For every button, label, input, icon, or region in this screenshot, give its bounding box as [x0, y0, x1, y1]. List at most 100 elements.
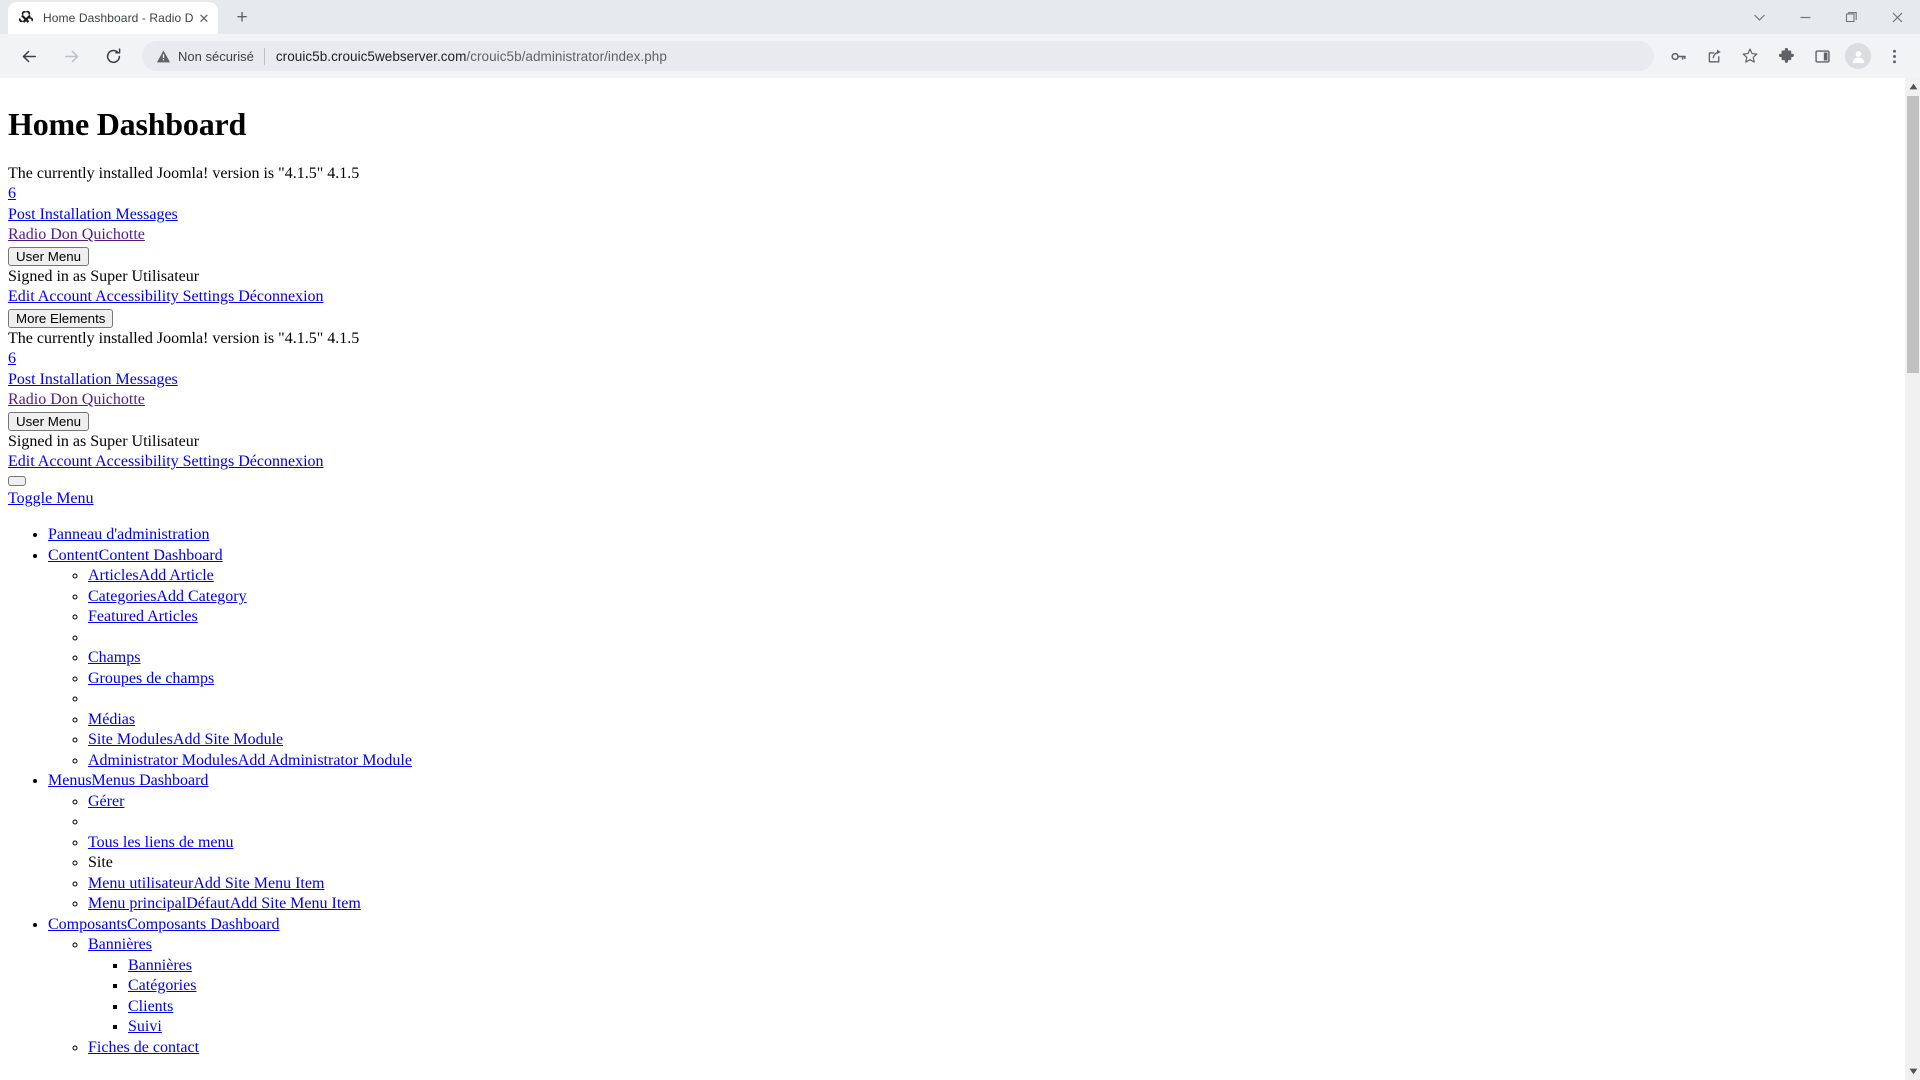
- tab-title: Home Dashboard - Radio Don Quichotte: [43, 11, 194, 25]
- menu-item: Panneau d'administration: [48, 525, 1896, 546]
- bookmark-star-icon[interactable]: [1735, 41, 1765, 71]
- joomla-version-text-2: The currently installed Joomla! version …: [8, 329, 360, 347]
- menu-separator: [88, 812, 1896, 833]
- menu-separator: [88, 628, 1896, 649]
- joomla-version-text: The currently installed Joomla! version …: [8, 164, 360, 182]
- menu-item: Site ModulesAdd Site Module: [88, 730, 1896, 751]
- menu-item: Bannières: [128, 956, 1896, 977]
- omnibox-divider: [263, 47, 265, 65]
- menu-item-link[interactable]: Featured Articles: [88, 608, 198, 625]
- minimize-icon[interactable]: [1782, 0, 1828, 34]
- menu-item-link[interactable]: Catégories: [128, 977, 196, 994]
- menu-item-link[interactable]: Groupes de champs: [88, 670, 214, 687]
- page-title: Home Dashboard: [8, 106, 247, 142]
- page-scrollbar[interactable]: [1904, 78, 1920, 1080]
- menu-item-link[interactable]: Clients: [128, 998, 173, 1015]
- menu-item-link[interactable]: Champs: [88, 649, 140, 666]
- menu-item-link[interactable]: ComposantsComposants Dashboard: [48, 916, 280, 933]
- menu-item-link[interactable]: Menu utilisateurAdd Site Menu Item: [88, 875, 324, 892]
- status-block-1: The currently installed Joomla! version …: [8, 164, 1896, 329]
- tab-strip: Home Dashboard - Radio Don Quichotte ✕ +: [0, 0, 1920, 34]
- message-count-link-2[interactable]: 6: [8, 350, 16, 367]
- menu-item-link[interactable]: Panneau d'administration: [48, 526, 210, 543]
- scroll-down-arrow-icon[interactable]: [1905, 1063, 1920, 1080]
- menu-item: Menu principalDéfautAdd Site Menu Item: [88, 894, 1896, 915]
- menu-item-link[interactable]: Suivi: [128, 1018, 162, 1035]
- account-links-2[interactable]: Edit Account Accessibility Settings Déco…: [8, 453, 324, 470]
- user-menu-button-2[interactable]: User Menu: [8, 411, 90, 431]
- menu-item: Suivi: [128, 1017, 1896, 1038]
- menu-item: ArticlesAdd Article: [88, 566, 1896, 587]
- menu-item-link[interactable]: ContentContent Dashboard: [48, 547, 223, 564]
- browser-menu-icon[interactable]: [1879, 41, 1909, 71]
- menu-item: Administrator ModulesAdd Administrator M…: [88, 751, 1896, 772]
- tab-close-icon[interactable]: ✕: [194, 8, 214, 28]
- menu-item: Catégories: [128, 976, 1896, 997]
- url-path: /crouic5b/administrator/index.php: [466, 48, 667, 64]
- url-domain: crouic5b.crouic5webserver.com: [275, 48, 467, 64]
- share-icon[interactable]: [1699, 41, 1729, 71]
- menu-toggle-button[interactable]: [8, 475, 26, 486]
- scroll-up-arrow-icon[interactable]: [1905, 78, 1920, 95]
- menu-item: Menu utilisateurAdd Site Menu Item: [88, 874, 1896, 895]
- extensions-puzzle-icon[interactable]: [1771, 41, 1801, 71]
- menu-item: Gérer: [88, 792, 1896, 813]
- browser-tab[interactable]: Home Dashboard - Radio Don Quichotte ✕: [8, 2, 218, 34]
- site-name-link-2[interactable]: Radio Don Quichotte: [8, 391, 145, 408]
- menu-item: Champs: [88, 648, 1896, 669]
- menu-sublist: Gérer Tous les liens de menu Site Menu uti…: [48, 792, 1896, 915]
- post-installation-messages-link-2[interactable]: Post Installation Messages: [8, 371, 178, 388]
- scrollbar-thumb[interactable]: [1907, 96, 1919, 373]
- security-status-label: Non sécurisé: [178, 48, 254, 64]
- menu-item-link[interactable]: Administrator ModulesAdd Administrator M…: [88, 752, 412, 769]
- menu-item: Site: [88, 853, 1896, 874]
- url-text: crouic5b.crouic5webserver.com/crouic5b/a…: [276, 49, 667, 64]
- menu-item-link[interactable]: MenusMenus Dashboard: [48, 772, 208, 789]
- menu-item: ContentContent Dashboard: [48, 546, 1896, 567]
- signed-in-text-2: Signed in as Super Utilisateur: [8, 432, 200, 450]
- user-menu-button[interactable]: User Menu: [8, 246, 90, 266]
- menu-item: MenusMenus Dashboard: [48, 771, 1896, 792]
- password-key-icon[interactable]: [1663, 41, 1693, 71]
- menu-item: Bannières: [88, 935, 1896, 956]
- post-installation-messages-link[interactable]: Post Installation Messages: [8, 206, 178, 223]
- new-tab-button[interactable]: +: [228, 3, 256, 31]
- site-name-link[interactable]: Radio Don Quichotte: [8, 226, 145, 243]
- menu-item-link[interactable]: ArticlesAdd Article: [88, 567, 214, 584]
- menu-item-link[interactable]: Bannières: [88, 936, 152, 953]
- reload-button[interactable]: [97, 40, 129, 72]
- more-elements-button[interactable]: More Elements: [8, 308, 114, 328]
- message-count-link[interactable]: 6: [8, 185, 16, 202]
- account-links[interactable]: Edit Account Accessibility Settings Déco…: [8, 288, 324, 305]
- admin-menu-list: Panneau d'administration ContentContent D…: [8, 525, 1896, 1058]
- side-panel-icon[interactable]: [1807, 41, 1837, 71]
- address-bar[interactable]: Non sécurisé crouic5b.crouic5webserver.c…: [142, 41, 1654, 71]
- menu-item: CategoriesAdd Category: [88, 587, 1896, 608]
- menu-item-link[interactable]: CategoriesAdd Category: [88, 588, 247, 605]
- back-button[interactable]: [13, 40, 45, 72]
- signed-in-text: Signed in as Super Utilisateur: [8, 267, 200, 285]
- menu-sublist: Bannières Catégories Clients Suivi: [88, 956, 1896, 1038]
- menu-item: Clients: [128, 997, 1896, 1018]
- maximize-icon[interactable]: [1828, 0, 1874, 34]
- menu-item-link[interactable]: Médias: [88, 711, 135, 728]
- close-window-icon[interactable]: [1874, 0, 1920, 34]
- menu-sublist: ArticlesAdd Article CategoriesAdd Categor…: [48, 566, 1896, 771]
- menu-item: Groupes de champs: [88, 669, 1896, 690]
- avatar-circle: [1845, 43, 1871, 69]
- menu-item-link[interactable]: Site ModulesAdd Site Module: [88, 731, 283, 748]
- menu-item-label: Site: [88, 854, 113, 872]
- menu-item: Fiches de contact: [88, 1038, 1896, 1059]
- profile-avatar[interactable]: [1843, 41, 1873, 71]
- menu-item: Médias: [88, 710, 1896, 731]
- menu-item-link[interactable]: Tous les liens de menu: [88, 834, 234, 851]
- menu-item-link[interactable]: Gérer: [88, 793, 124, 810]
- menu-item-link[interactable]: Bannières: [128, 957, 192, 974]
- toggle-menu-link[interactable]: Toggle Menu: [8, 490, 94, 507]
- menu-item-link[interactable]: Fiches de contact: [88, 1039, 199, 1056]
- menu-item: ComposantsComposants Dashboard: [48, 915, 1896, 936]
- menu-item-link[interactable]: Menu principalDéfautAdd Site Menu Item: [88, 895, 361, 912]
- status-block-2: The currently installed Joomla! version …: [8, 329, 1896, 473]
- tab-search-icon[interactable]: [1736, 0, 1782, 34]
- joomla-admin-page: Home Dashboard The currently installed J…: [0, 78, 1904, 1080]
